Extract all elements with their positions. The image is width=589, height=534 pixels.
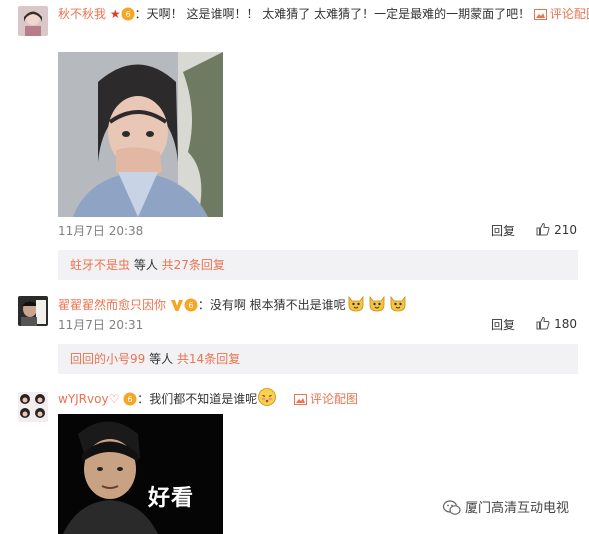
- reply-button[interactable]: 回复: [491, 316, 515, 333]
- reply-thread[interactable]: 蛀牙不是虫 等人 共27条回复: [58, 250, 578, 280]
- v-badge-icon: [170, 298, 184, 312]
- like-button[interactable]: 180: [536, 316, 577, 331]
- emoji-heart-icon: ♡: [108, 392, 120, 406]
- like-count: 210: [554, 223, 577, 237]
- comment-image[interactable]: [58, 52, 223, 217]
- comment-text: 我们都不知道是谁呢: [149, 392, 258, 406]
- reply-button[interactable]: 回复: [491, 222, 515, 239]
- emoji-shy-icon: [257, 387, 277, 407]
- reply-thread[interactable]: 回回的小号99 等人 共14条回复: [58, 344, 578, 374]
- comment-text: 天啊！ 这是谁啊！！ 太难猜了 太难猜了！一定是最难的一期蒙面了吧！: [146, 7, 531, 21]
- svg-text:6: 6: [128, 395, 133, 404]
- thread-count[interactable]: 共14条回复: [177, 352, 240, 366]
- thumbs-up-icon: [536, 316, 554, 331]
- colon: ：: [137, 392, 150, 406]
- avatar[interactable]: [18, 296, 48, 326]
- timestamp: 11月7日 20:31: [58, 318, 144, 332]
- emoji-dog-icon: [367, 293, 387, 313]
- picture-icon: [533, 6, 547, 26]
- image-caption: 好看: [148, 485, 195, 511]
- timestamp: 11月7日 20:38: [58, 224, 144, 238]
- like-button[interactable]: 210: [536, 222, 577, 237]
- username[interactable]: 翟翟翟然而愈只因你: [58, 298, 166, 312]
- thread-user[interactable]: 蛀牙不是虫: [70, 258, 130, 272]
- vip-icon[interactable]: 6: [123, 392, 137, 406]
- svg-text:6: 6: [188, 301, 193, 310]
- svg-text:6: 6: [125, 10, 130, 19]
- avatar[interactable]: [18, 392, 48, 422]
- thread-user[interactable]: 回回的小号99: [70, 352, 145, 366]
- watermark-text: 厦门高清互动电视: [464, 501, 569, 516]
- comment-image-link[interactable]: 评论配图: [550, 7, 589, 21]
- thread-mid: 等人: [145, 352, 177, 366]
- username[interactable]: wYJRvoy: [58, 392, 109, 406]
- thread-mid: 等人: [130, 258, 162, 272]
- picture-icon: [294, 391, 308, 411]
- like-count: 180: [554, 317, 577, 331]
- wechat-icon: [442, 500, 461, 520]
- comment-text: 没有啊 根本猜不出是谁呢: [209, 298, 346, 312]
- vip-icon[interactable]: 6: [184, 298, 198, 312]
- comment-image-link[interactable]: 评论配图: [310, 392, 358, 406]
- thread-count[interactable]: 共27条回复: [162, 258, 225, 272]
- vip-icon[interactable]: 6: [121, 7, 135, 21]
- comment-image[interactable]: 好看: [58, 414, 223, 534]
- thumbs-up-icon: [536, 222, 554, 237]
- colon: ：: [134, 7, 147, 21]
- watermark: 厦门高清互动电视: [442, 497, 569, 520]
- username[interactable]: 秋不秋我: [58, 7, 106, 21]
- star-icon: ★: [109, 7, 121, 21]
- colon: ：: [197, 298, 210, 312]
- emoji-dog-icon: [388, 293, 408, 313]
- emoji-dog-icon: [346, 293, 366, 313]
- avatar[interactable]: [18, 6, 48, 36]
